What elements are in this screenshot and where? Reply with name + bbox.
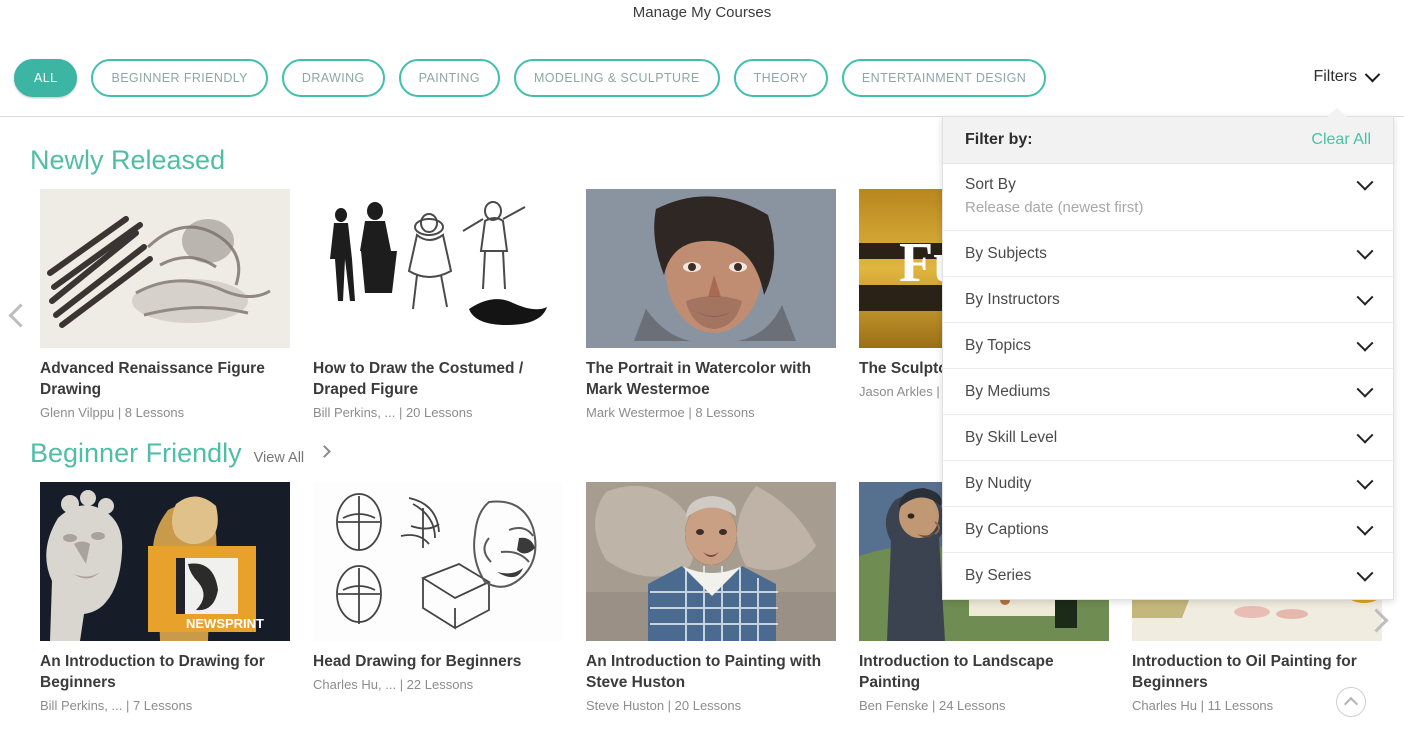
view-all-link[interactable]: View All bbox=[253, 445, 332, 470]
filters-dropdown-trigger[interactable]: Filters bbox=[1313, 66, 1381, 86]
category-pill-modeling-sculpture[interactable]: MODELING & SCULPTURE bbox=[513, 59, 720, 97]
category-pill-label: BEGINNER FRIENDLY bbox=[111, 71, 248, 85]
course-meta: Glenn Vilppu | 8 Lessons bbox=[40, 405, 185, 420]
filter-row-by-nudity[interactable]: By Nudity bbox=[943, 461, 1393, 507]
category-pill-label: MODELING & SCULPTURE bbox=[533, 71, 700, 85]
category-pill-beginner-friendly[interactable]: BEGINNER FRIENDLY bbox=[91, 59, 268, 97]
filter-row-label: By Topics bbox=[965, 336, 1032, 354]
category-filter-bar: ALL BEGINNER FRIENDLY DRAWING PAINTING MODEL… bbox=[0, 55, 1404, 117]
filter-row-label: By Mediums bbox=[965, 382, 1051, 400]
course-title: An Introduction to Drawing for Beginners bbox=[40, 653, 265, 691]
filter-row-by-series[interactable]: By Series bbox=[943, 553, 1393, 599]
filter-row-by-subjects[interactable]: By Subjects bbox=[943, 231, 1393, 277]
category-pill-drawing[interactable]: DRAWING bbox=[281, 59, 385, 97]
course-meta: Bill Perkins, ... | 7 Lessons bbox=[40, 698, 193, 713]
costumed-figures-sketch-thumbnail[interactable] bbox=[313, 189, 563, 348]
course-card[interactable]: The Portrait in Watercolor with Mark Wes… bbox=[586, 189, 836, 422]
category-pill-entertainment-design[interactable]: ENTERTAINMENT DESIGN bbox=[841, 59, 1047, 97]
course-title: Introduction to Landscape Painting bbox=[859, 653, 1054, 691]
carousel-next-button[interactable] bbox=[1364, 608, 1394, 638]
chevron-down-icon bbox=[1356, 288, 1374, 306]
category-pill-all[interactable]: ALL bbox=[14, 59, 78, 97]
chevron-down-icon bbox=[1356, 426, 1374, 444]
filter-row-label: Sort By bbox=[965, 176, 1016, 193]
chevron-down-icon bbox=[1356, 334, 1374, 352]
category-pill-theory[interactable]: THEORY bbox=[733, 59, 828, 97]
chevron-left-icon bbox=[8, 303, 33, 328]
filter-row-by-skill-level[interactable]: By Skill Level bbox=[943, 415, 1393, 461]
plaster-bust-and-instructor-thumbnail[interactable]: NEWSPRINT bbox=[40, 482, 290, 641]
filters-label: Filters bbox=[1313, 68, 1357, 85]
category-pill-label: THEORY bbox=[753, 71, 808, 85]
clear-all-button[interactable]: Clear All bbox=[1311, 131, 1371, 149]
filter-row-by-captions[interactable]: By Captions bbox=[943, 507, 1393, 553]
course-title: Advanced Renaissance Figure Drawing bbox=[40, 360, 265, 398]
course-card[interactable]: How to Draw the Costumed / Draped Figure… bbox=[313, 189, 563, 422]
chevron-down-icon bbox=[1364, 66, 1381, 82]
category-pill-label: DRAWING bbox=[301, 71, 365, 85]
course-card[interactable]: Head Drawing for Beginners Charles Hu, ..… bbox=[313, 482, 563, 715]
course-meta: Charles Hu, ... | 22 Lessons bbox=[313, 677, 474, 692]
filter-panel: Filter by: Clear All Sort By Release date… bbox=[942, 108, 1394, 600]
category-pill-row: ALL BEGINNER FRIENDLY DRAWING PAINTING MODEL… bbox=[0, 55, 1404, 101]
course-meta: Ben Fenske | 24 Lessons bbox=[859, 698, 1006, 713]
chevron-down-icon bbox=[1356, 472, 1374, 490]
scroll-to-top-button[interactable] bbox=[1336, 687, 1366, 717]
category-pill-painting[interactable]: PAINTING bbox=[398, 59, 500, 97]
chevron-right-icon bbox=[1364, 608, 1389, 633]
filter-row-label: By Series bbox=[965, 567, 1032, 584]
course-title: An Introduction to Painting with Steve H… bbox=[586, 653, 822, 691]
chevron-down-icon bbox=[1356, 518, 1374, 536]
chevron-down-icon bbox=[1356, 380, 1374, 398]
filter-panel-title: Filter by: bbox=[965, 131, 1033, 148]
filter-row-label: By Nudity bbox=[965, 474, 1032, 492]
instructor-plaid-shirt-thumbnail[interactable] bbox=[586, 482, 836, 641]
filter-row-by-instructors[interactable]: By Instructors bbox=[943, 277, 1393, 323]
view-all-label: View All bbox=[253, 450, 305, 466]
svg-text:NEWSPRINT: NEWSPRINT bbox=[186, 616, 264, 631]
category-pill-label: ALL bbox=[34, 71, 58, 85]
chevron-down-icon bbox=[1356, 564, 1374, 582]
section-title: Newly Released bbox=[30, 145, 226, 175]
chevron-right-icon bbox=[318, 445, 332, 458]
filter-row-sort-by[interactable]: Sort By Release date (newest first) bbox=[943, 164, 1393, 231]
carousel-prev-button[interactable] bbox=[8, 303, 38, 333]
filter-panel-rows: Sort By Release date (newest first) By Sub… bbox=[943, 164, 1393, 599]
course-meta: Mark Westermoe | 8 Lessons bbox=[586, 405, 755, 420]
head-construction-sketches-thumbnail[interactable] bbox=[313, 482, 563, 641]
course-title: The Portrait in Watercolor with Mark Wes… bbox=[586, 360, 812, 398]
filter-row-label: By Skill Level bbox=[965, 428, 1058, 446]
filter-row-by-mediums[interactable]: By Mediums bbox=[943, 369, 1393, 415]
watercolor-portrait-thumbnail[interactable] bbox=[586, 189, 836, 348]
course-title: How to Draw the Costumed / Draped Figure bbox=[313, 360, 524, 398]
course-meta: Steve Huston | 20 Lessons bbox=[586, 698, 742, 713]
filter-row-label: By Instructors bbox=[965, 290, 1060, 308]
course-card[interactable]: An Introduction to Painting with Steve H… bbox=[586, 482, 836, 715]
charcoal-figure-drawing-thumbnail[interactable] bbox=[40, 189, 290, 348]
course-title: Head Drawing for Beginners bbox=[313, 653, 522, 670]
section-title: Beginner Friendly bbox=[30, 438, 242, 468]
chevron-up-icon bbox=[1343, 696, 1359, 712]
course-title: Introduction to Oil Painting for Beginne… bbox=[1132, 653, 1357, 691]
course-card[interactable]: Advanced Renaissance Figure Drawing Glenn… bbox=[40, 189, 290, 422]
filter-row-label: By Subjects bbox=[965, 244, 1047, 262]
page-title: Manage My Courses bbox=[632, 4, 772, 21]
filter-row-label: By Captions bbox=[965, 520, 1049, 538]
course-card[interactable]: NEWSPRINT An Introduction to Drawing for … bbox=[40, 482, 290, 715]
filter-panel-header: Filter by: Clear All bbox=[943, 117, 1393, 164]
chevron-down-icon bbox=[1356, 242, 1374, 260]
category-pill-label: PAINTING bbox=[418, 71, 480, 85]
filter-row-by-topics[interactable]: By Topics bbox=[943, 323, 1393, 369]
category-pill-label: ENTERTAINMENT DESIGN bbox=[861, 71, 1027, 85]
filter-row-value: Release date (newest first) bbox=[965, 199, 1144, 216]
course-meta: Bill Perkins, ... | 20 Lessons bbox=[313, 405, 473, 420]
